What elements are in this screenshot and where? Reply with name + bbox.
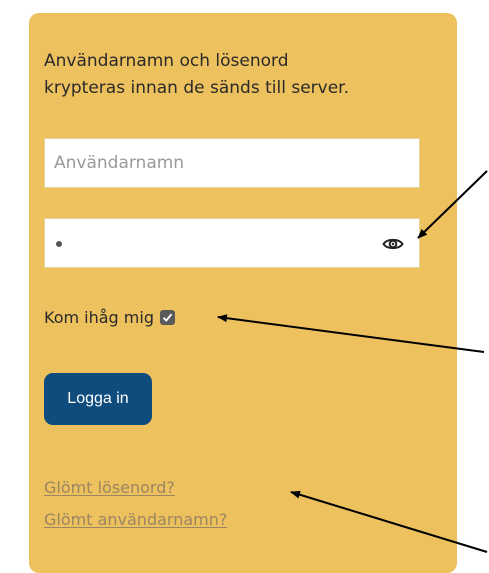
- username-field-container: [44, 138, 420, 188]
- password-field-container: [44, 218, 420, 268]
- eye-icon[interactable]: [382, 236, 404, 252]
- forgot-password-link[interactable]: Glömt lösenord?: [44, 478, 175, 497]
- remember-me-label: Kom ihåg mig: [44, 307, 154, 327]
- remember-me-checkbox[interactable]: [159, 309, 175, 325]
- username-input[interactable]: [45, 139, 419, 187]
- forgot-username-link[interactable]: Glömt användarnamn?: [44, 510, 227, 529]
- password-mask-dot: [56, 241, 62, 247]
- remember-me-row[interactable]: Kom ihåg mig: [44, 305, 175, 329]
- password-input[interactable]: [45, 219, 419, 267]
- login-button[interactable]: Logga in: [44, 373, 152, 425]
- checkmark-icon: [162, 313, 173, 322]
- encryption-info-text: Användarnamn och lösenord krypteras inna…: [44, 51, 349, 98]
